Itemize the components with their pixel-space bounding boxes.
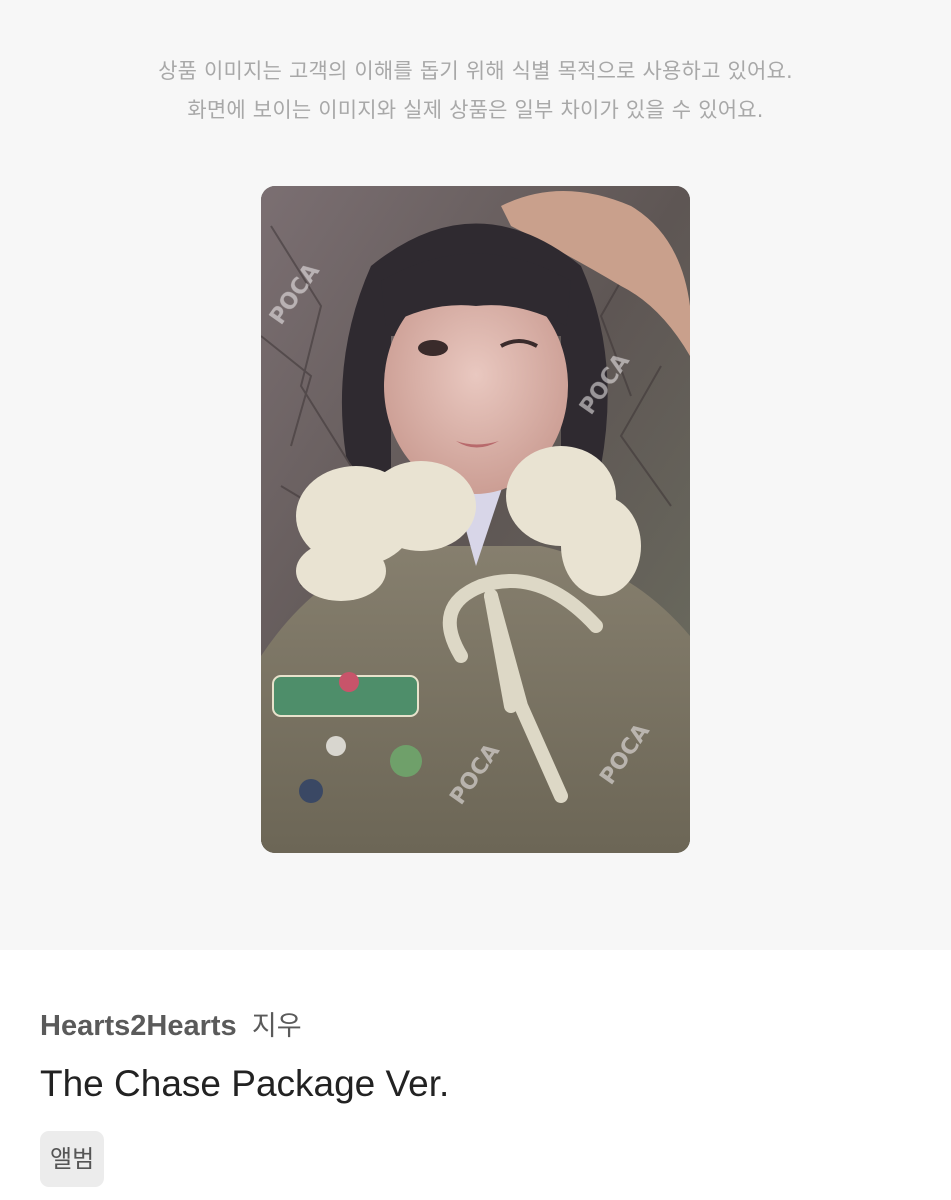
- artist-name[interactable]: Hearts2Hearts: [40, 1010, 237, 1042]
- category-tag[interactable]: 앨범: [40, 1131, 105, 1187]
- disclaimer-line-1: 상품 이미지는 고객의 이해를 돕기 위해 식별 목적으로 사용하고 있어요.: [158, 59, 793, 83]
- artist-line: Hearts2Hearts 지우: [40, 1005, 920, 1047]
- photocard-image[interactable]: POCA POCA POCA POCA: [261, 186, 690, 853]
- product-image-area: 상품 이미지는 고객의 이해를 돕기 위해 식별 목적으로 사용하고 있어요. …: [0, 0, 951, 950]
- image-disclaimer: 상품 이미지는 고객의 이해를 돕기 위해 식별 목적으로 사용하고 있어요. …: [0, 52, 951, 130]
- product-info: Hearts2Hearts 지우 The Chase Package Ver. …: [40, 1005, 920, 1187]
- member-name[interactable]: 지우: [252, 1011, 302, 1042]
- disclaimer-line-2: 화면에 보이는 이미지와 실제 상품은 일부 차이가 있을 수 있어요.: [187, 98, 764, 122]
- photocard-illustration: POCA POCA POCA POCA: [261, 186, 690, 853]
- product-title: The Chase Package Ver.: [40, 1063, 450, 1104]
